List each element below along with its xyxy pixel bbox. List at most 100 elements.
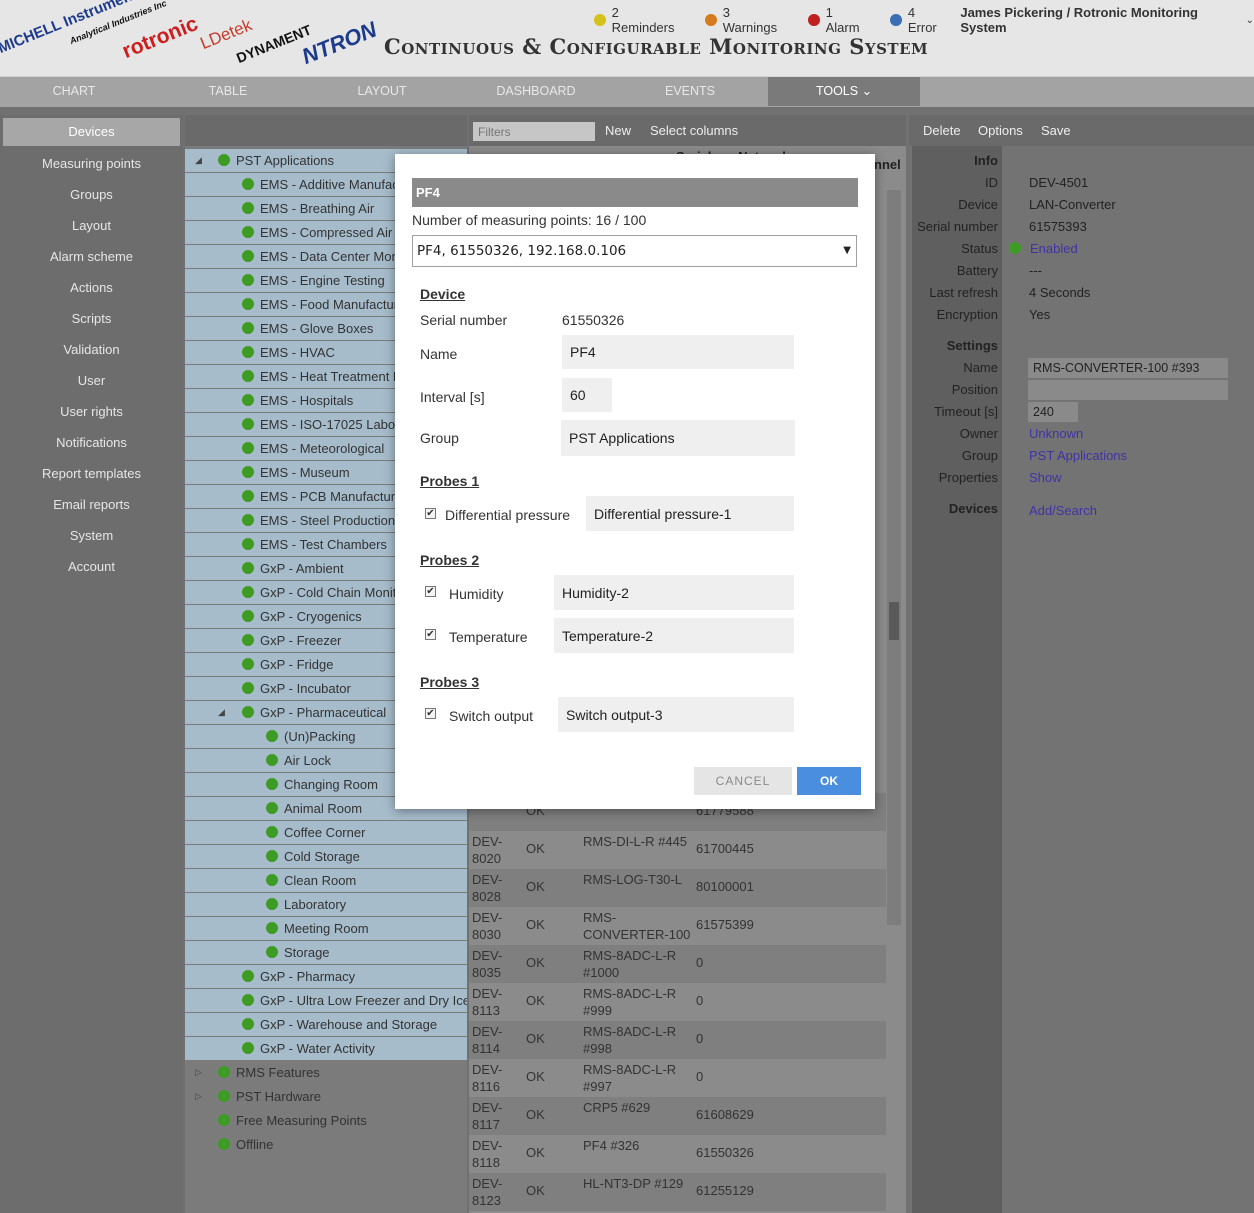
ok-button[interactable]: OK [797, 767, 861, 795]
table-scrollbar[interactable] [887, 190, 901, 925]
options-button[interactable]: Options [978, 123, 1023, 138]
nav-chart[interactable]: CHART [0, 77, 148, 106]
humidity-input[interactable]: Humidity-2 [554, 575, 794, 610]
switch-output-input[interactable]: Switch output-3 [558, 697, 794, 732]
tree-item-root[interactable]: ▷ PST Hardware [185, 1085, 467, 1108]
table-row[interactable]: DEV-8028 OK RMS-LOG-T30-L 80100001 [469, 869, 886, 907]
menu-measuring-points[interactable]: Measuring points [0, 150, 183, 178]
tree-item-room[interactable]: Clean Room [185, 869, 467, 892]
expand-arrow-icon[interactable]: ▷ [195, 1061, 202, 1084]
group-input[interactable]: PST Applications [561, 420, 795, 456]
temperature-input[interactable]: Temperature-2 [554, 618, 794, 653]
device-name-cell: RMS-8ADC-L-R #1000 [583, 948, 677, 980]
table-row[interactable]: DEV-8114 OK RMS-8ADC-L-R #998 0 [469, 1021, 886, 1059]
table-row[interactable]: DEV-8118 OK PF4 #326 61550326 [469, 1135, 886, 1173]
warnings-indicator[interactable]: 3 Warnings [705, 5, 786, 35]
table-row[interactable]: DEV-8030OKRMS-CONVERTER-100 #39961575399 [469, 907, 886, 959]
menu-system[interactable]: System [0, 522, 183, 550]
tree-item-room[interactable]: Storage [185, 941, 467, 964]
tree-item-label: EMS - Food Manufacturing [260, 297, 416, 312]
chevron-down-icon[interactable]: ⌄ [1246, 15, 1254, 26]
tree-item[interactable]: GxP - Pharmacy [185, 965, 467, 988]
temperature-checkbox[interactable]: ✔ [425, 629, 436, 640]
group-link[interactable]: PST Applications [1029, 448, 1127, 463]
properties-show-link[interactable]: Show [1029, 470, 1062, 485]
nav-events[interactable]: EVENTS [616, 77, 764, 106]
menu-groups[interactable]: Groups [0, 181, 183, 209]
owner-link[interactable]: Unknown [1029, 426, 1083, 441]
save-button[interactable]: Save [1041, 123, 1071, 138]
device-section-heading: Device [420, 286, 466, 302]
menu-actions[interactable]: Actions [0, 274, 183, 302]
nav-layout[interactable]: LAYOUT [308, 77, 456, 106]
add-search-link[interactable]: Add/Search [1029, 503, 1097, 518]
timeout-input[interactable]: 240 [1028, 402, 1078, 422]
status-cell: OK [526, 1069, 545, 1084]
select-columns-button[interactable]: Select columns [650, 123, 738, 138]
nav-table[interactable]: TABLE [154, 77, 302, 106]
tree-item-room[interactable]: Cold Storage [185, 845, 467, 868]
table-row[interactable]: DEV-8020 OK RMS-DI-L-R #445 61700445 [469, 831, 886, 869]
status-dot-icon [266, 922, 278, 934]
tree-item-room[interactable]: Meeting Room [185, 917, 467, 940]
column-header-channel[interactable]: nnel [874, 157, 901, 172]
tree-item-root[interactable]: Offline [185, 1133, 467, 1156]
status-dot-icon [266, 802, 278, 814]
position-input[interactable] [1028, 380, 1228, 400]
nav-dashboard[interactable]: DASHBOARD [462, 77, 610, 106]
differential-pressure-input[interactable]: Differential pressure-1 [586, 496, 794, 531]
table-row[interactable]: DEV-8116 OK RMS-8ADC-L-R #997 0 [469, 1059, 886, 1097]
status-dot-icon [242, 514, 254, 526]
delete-button[interactable]: Delete [923, 123, 961, 138]
collapse-arrow-icon[interactable]: ◢ [218, 701, 225, 724]
expand-arrow-icon[interactable]: ▷ [195, 1085, 202, 1108]
errors-indicator[interactable]: 4 Error [890, 5, 946, 35]
menu-report-templates[interactable]: Report templates [0, 460, 183, 488]
menu-account[interactable]: Account [0, 553, 183, 581]
differential-pressure-checkbox[interactable]: ✔ [425, 508, 436, 519]
tree-item-room[interactable]: Laboratory [185, 893, 467, 916]
user-menu[interactable]: James Pickering / Rotronic Monitoring Sy… [960, 5, 1239, 35]
interval-input[interactable]: 60 [562, 378, 612, 412]
tree-item[interactable]: GxP - Ultra Low Freezer and Dry Ice [185, 989, 467, 1012]
menu-user[interactable]: User [0, 367, 183, 395]
switch-output-checkbox[interactable]: ✔ [425, 708, 436, 719]
status-dot-icon [266, 730, 278, 742]
menu-layout[interactable]: Layout [0, 212, 183, 240]
menu-scripts[interactable]: Scripts [0, 305, 183, 333]
name-input[interactable]: RMS-CONVERTER-100 #393 [1028, 358, 1228, 378]
menu-email-reports[interactable]: Email reports [0, 491, 183, 519]
humidity-checkbox[interactable]: ✔ [425, 586, 436, 597]
status-value[interactable]: Enabled [1009, 241, 1078, 256]
tree-item[interactable]: GxP - Warehouse and Storage [185, 1013, 467, 1036]
tree-item[interactable]: GxP - Water Activity [185, 1037, 467, 1060]
owner-label: Owner [959, 426, 998, 441]
table-row[interactable]: DEV-8117 OK CRP5 #629 61608629 [469, 1097, 886, 1135]
scrollbar-thumb[interactable] [889, 602, 899, 640]
tree-item-root[interactable]: ▷ RMS Features [185, 1061, 467, 1084]
table-row[interactable]: DEV-8113 OK RMS-8ADC-L-R #999 0 [469, 983, 886, 1021]
filters-input[interactable] [473, 122, 595, 141]
reminders-label: 2 Reminders [611, 5, 675, 35]
menu-validation[interactable]: Validation [0, 336, 183, 364]
menu-devices[interactable]: Devices [3, 118, 180, 146]
tree-item-label: EMS - Meteorological [260, 441, 385, 456]
device-select[interactable]: PF4, 61550326, 192.168.0.106 ▼ [412, 235, 857, 267]
alarms-indicator[interactable]: 1 Alarm [807, 5, 868, 35]
device-name-cell: RMS-8ADC-L-R #999 [583, 986, 677, 1018]
menu-notifications[interactable]: Notifications [0, 429, 183, 457]
tree-item-root[interactable]: Free Measuring Points [185, 1109, 467, 1132]
cancel-button[interactable]: CANCEL [694, 767, 792, 795]
serial-cell: 61255129 [696, 1183, 754, 1198]
table-row[interactable]: DEV-8123 OK HL-NT3-DP #129 61255129 [469, 1173, 886, 1211]
tree-item-room[interactable]: Coffee Corner [185, 821, 467, 844]
table-row[interactable]: DEV-8035 OK RMS-8ADC-L-R #1000 0 [469, 945, 886, 983]
collapse-arrow-icon[interactable]: ◢ [195, 149, 202, 172]
menu-user-rights[interactable]: User rights [0, 398, 183, 426]
new-button[interactable]: New [605, 123, 631, 138]
device-name-cell: HL-NT3-DP #129 [583, 1176, 684, 1191]
nav-tools[interactable]: TOOLS ⌄ [768, 77, 920, 106]
reminders-indicator[interactable]: 2 Reminders [594, 5, 683, 35]
menu-alarm-scheme[interactable]: Alarm scheme [0, 243, 183, 271]
name-input[interactable]: PF4 [562, 335, 794, 369]
